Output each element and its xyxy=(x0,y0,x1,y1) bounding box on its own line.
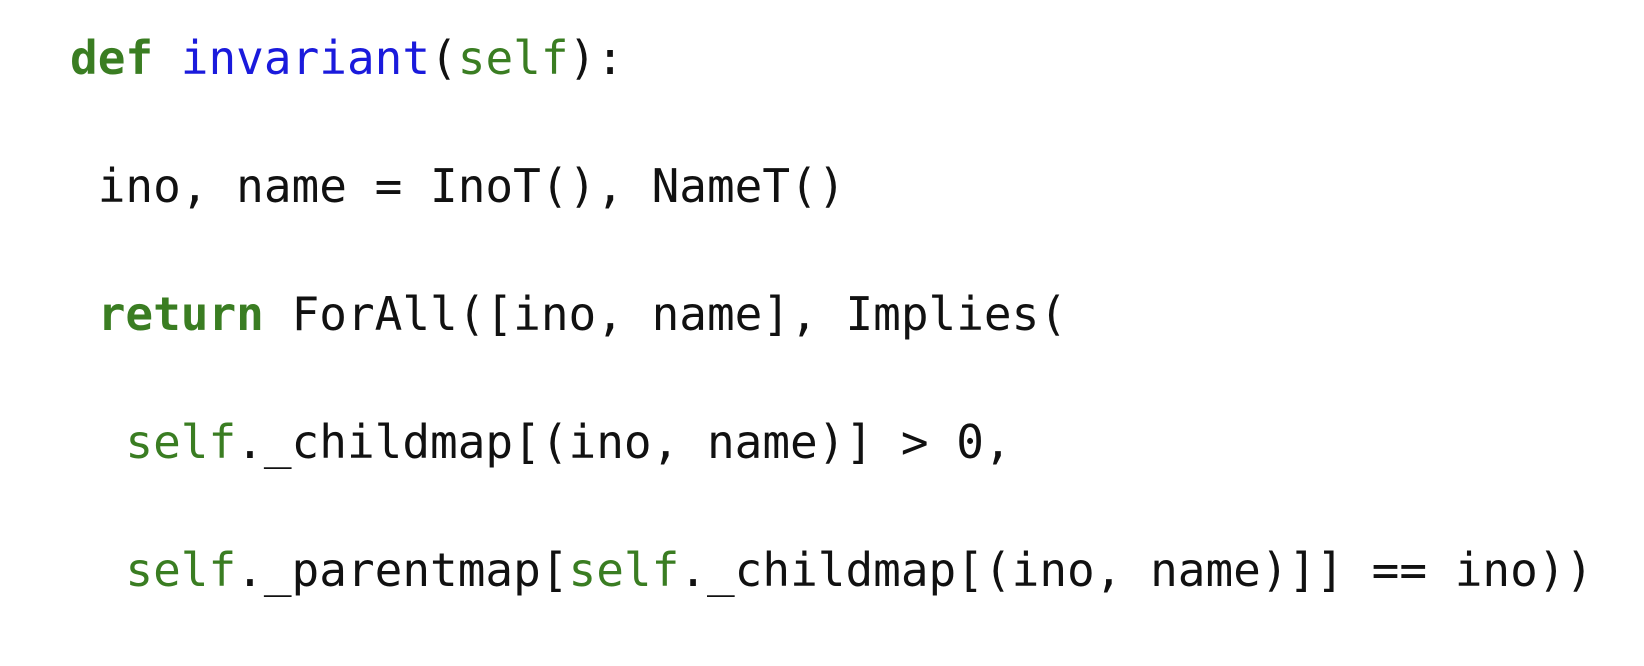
self-token: self xyxy=(125,543,237,597)
code-token: ): xyxy=(568,31,624,85)
function-name: invariant xyxy=(180,31,431,85)
code-token: ._parentmap[ xyxy=(236,543,569,597)
code-token: ._childmap[(ino, name)]] == ino)) xyxy=(679,543,1594,597)
self-token: self xyxy=(457,31,569,85)
code-token: ForAll([ino, name], Implies( xyxy=(263,287,1068,341)
code-line-2: ino, name = InoT(), NameT() xyxy=(70,154,1593,218)
keyword-def: def xyxy=(70,31,154,85)
code-line-5: self._parentmap[self._childmap[(ino, nam… xyxy=(70,538,1593,602)
code-line-1: def invariant(self): xyxy=(70,26,1593,90)
code-line-3: return ForAll([ino, name], Implies( xyxy=(70,282,1593,346)
keyword-return: return xyxy=(97,287,264,341)
self-token: self xyxy=(125,415,237,469)
code-token: ino, name = InoT(), NameT() xyxy=(70,159,846,213)
code-line-4: self._childmap[(ino, name)] > 0, xyxy=(70,410,1593,474)
code-token: ._childmap[(ino, name)] > 0, xyxy=(236,415,1012,469)
code-token: ( xyxy=(430,31,458,85)
self-token: self xyxy=(568,543,680,597)
code-block: def invariant(self): ino, name = InoT(),… xyxy=(70,26,1593,666)
